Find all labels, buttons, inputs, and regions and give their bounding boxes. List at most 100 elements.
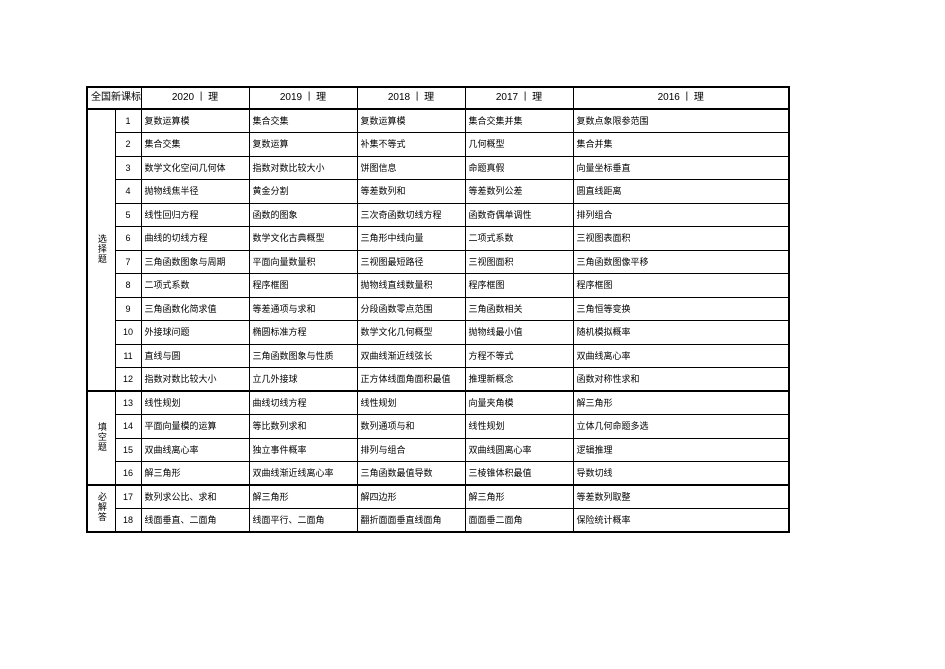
table-row: 4 抛物线焦半径 黄金分割 等差数列和 等差数列公差 圆直线距离 — [87, 179, 790, 204]
topic-cell: 逻辑推理 — [572, 437, 790, 462]
column-header-track: 理 — [424, 92, 435, 104]
topic-cell: 分段函数零点范围 — [356, 296, 466, 321]
question-number: 5 — [114, 202, 142, 227]
table-header-row: 全国新课标 2020 丨理 2019 丨理 2018 丨理 2017 丨理 2016 丨理 — [86, 86, 790, 110]
column-header-2019: 2019 丨理 — [248, 86, 358, 110]
question-number: 10 — [114, 320, 142, 345]
table-row: 填空题 13 线性规划 曲线切线方程 线性规划 向量夹角模 解三角形 — [86, 390, 790, 486]
column-header-2016: 2016 丨理 — [572, 86, 790, 110]
table-row: 3 数学文化空间几何体 指数对数比较大小 饼图信息 命题真假 向量坐标垂直 — [87, 155, 790, 180]
topic-cell: 三视图最短路径 — [356, 249, 466, 274]
section-label-0: 选择题 — [86, 108, 116, 392]
topic-cell: 曲线的切线方程 — [140, 226, 250, 251]
topic-cell: 指数对数比较大小 — [248, 155, 358, 180]
table-row: 15 双曲线离心率 独立事件概率 排列与组合 双曲线圆离心率 逻辑推理 — [87, 437, 790, 462]
table-row: 5 线性回归方程 函数的图象 三次奇函数切线方程 函数奇偶单调性 排列组合 — [87, 202, 790, 227]
topic-cell: 独立事件概率 — [248, 437, 358, 462]
section-label-text: 选择题 — [96, 233, 107, 264]
topic-cell: 复数点象限参范围 — [572, 108, 790, 133]
topic-cell: 集合交集 — [140, 132, 250, 157]
table-row: 11 直线与圆 三角函数图象与性质 双曲线渐近线弦长 方程不等式 双曲线离心率 — [87, 343, 790, 368]
topic-cell: 三角函数图象与性质 — [248, 343, 358, 368]
topic-cell: 抛物线最小值 — [464, 320, 574, 345]
section-label-1: 填空题 — [86, 390, 116, 486]
column-header-track: 理 — [316, 92, 327, 104]
topic-cell: 抛物线焦半径 — [140, 179, 250, 204]
topic-cell: 复数运算模 — [356, 108, 466, 133]
topic-cell: 函数的图象 — [248, 202, 358, 227]
table-row: 14 平面向量模的运算 等比数列求和 数列通项与和 线性规划 立体几何命题多选 — [87, 414, 790, 439]
column-header-separator: 丨 — [304, 92, 315, 104]
topic-cell: 平面向量数量积 — [248, 249, 358, 274]
question-number: 18 — [114, 508, 142, 533]
question-number: 16 — [114, 461, 142, 486]
topic-cell: 线性规划 — [356, 390, 466, 415]
topic-cell: 数学文化古典概型 — [248, 226, 358, 251]
topic-cell: 随机模拟概率 — [572, 320, 790, 345]
topic-cell: 等差数列和 — [356, 179, 466, 204]
table-row: 2 集合交集 复数运算 补集不等式 几何概型 集合并集 — [87, 132, 790, 157]
table-row: 16 解三角形 双曲线渐近线离心率 三角函数最值导数 三棱锥体积最值 导数切线 — [87, 461, 790, 486]
topic-cell: 面面垂二面角 — [464, 508, 574, 533]
topic-cell: 函数对称性求和 — [572, 367, 790, 392]
topic-cell: 三视图表面积 — [572, 226, 790, 251]
topic-cell: 线面垂直、二面角 — [140, 508, 250, 533]
topic-cell: 黄金分割 — [248, 179, 358, 204]
question-number: 3 — [114, 155, 142, 180]
topic-cell: 数列求公比、求和 — [140, 484, 250, 509]
column-header-separator: 丨 — [681, 92, 692, 104]
table-row: 6 曲线的切线方程 数学文化古典概型 三角形中线向量 二项式系数 三视图表面积 — [87, 226, 790, 251]
column-header-year: 2020 — [171, 92, 195, 104]
topic-cell: 三角函数化简求值 — [140, 296, 250, 321]
question-number: 4 — [114, 179, 142, 204]
column-header-year: 2018 — [387, 92, 411, 104]
topic-cell: 椭圆标准方程 — [248, 320, 358, 345]
topic-cell: 集合交集并集 — [464, 108, 574, 133]
topic-cell: 解三角形 — [140, 461, 250, 486]
column-header-2020: 2020 丨理 — [140, 86, 250, 110]
topic-cell: 曲线切线方程 — [248, 390, 358, 415]
topic-cell: 双曲线圆离心率 — [464, 437, 574, 462]
question-number: 11 — [114, 343, 142, 368]
topic-cell: 推理新概念 — [464, 367, 574, 392]
topic-cell: 翻折面面垂直线面角 — [356, 508, 466, 533]
topic-cell: 排列组合 — [572, 202, 790, 227]
exam-topic-table: 全国新课标 2020 丨理 2019 丨理 2018 丨理 2017 丨理 2016 丨理选择题 1 复… — [86, 86, 790, 533]
topic-cell: 三棱锥体积最值 — [464, 461, 574, 486]
topic-cell: 双曲线离心率 — [140, 437, 250, 462]
column-header-year: 2019 — [279, 92, 303, 104]
topic-cell: 抛物线直线数量积 — [356, 273, 466, 298]
topic-cell: 程序框图 — [464, 273, 574, 298]
question-number: 14 — [114, 414, 142, 439]
topic-cell: 复数运算模 — [140, 108, 250, 133]
topic-cell: 二项式系数 — [140, 273, 250, 298]
topic-cell: 解三角形 — [572, 390, 790, 415]
page-canvas: 全国新课标 2020 丨理 2019 丨理 2018 丨理 2017 丨理 2016 丨理选择题 1 复… — [0, 0, 945, 669]
topic-cell: 三角函数相关 — [464, 296, 574, 321]
table-row: 7 三角函数图象与周期 平面向量数量积 三视图最短路径 三视图面积 三角函数图像平移 — [87, 249, 790, 274]
question-number: 1 — [114, 108, 142, 133]
question-number: 2 — [114, 132, 142, 157]
topic-cell: 数学文化几何概型 — [356, 320, 466, 345]
table-row: 9 三角函数化简求值 等差通项与求和 分段函数零点范围 三角函数相关 三角恒等变换 — [87, 296, 790, 321]
column-header-2017: 2017 丨理 — [464, 86, 574, 110]
column-header-year: 2017 — [495, 92, 519, 104]
topic-cell: 三角函数图象与周期 — [140, 249, 250, 274]
topic-cell: 向量坐标垂直 — [572, 155, 790, 180]
topic-cell: 程序框图 — [572, 273, 790, 298]
topic-cell: 饼图信息 — [356, 155, 466, 180]
topic-cell: 三角恒等变换 — [572, 296, 790, 321]
topic-cell: 二项式系数 — [464, 226, 574, 251]
topic-cell: 三视图面积 — [464, 249, 574, 274]
topic-cell: 保险统计概率 — [572, 508, 790, 533]
table-row: 12 指数对数比较大小 立几外接球 正方体线面角面积最值 推理新概念 函数对称性求和 — [87, 367, 790, 392]
column-header-separator: 丨 — [412, 92, 423, 104]
topic-cell: 数列通项与和 — [356, 414, 466, 439]
topic-cell: 导数切线 — [572, 461, 790, 486]
column-header-2018: 2018 丨理 — [356, 86, 466, 110]
question-number: 15 — [114, 437, 142, 462]
topic-cell: 解三角形 — [248, 484, 358, 509]
topic-cell: 几何概型 — [464, 132, 574, 157]
topic-cell: 等差通项与求和 — [248, 296, 358, 321]
topic-cell: 三角函数图像平移 — [572, 249, 790, 274]
